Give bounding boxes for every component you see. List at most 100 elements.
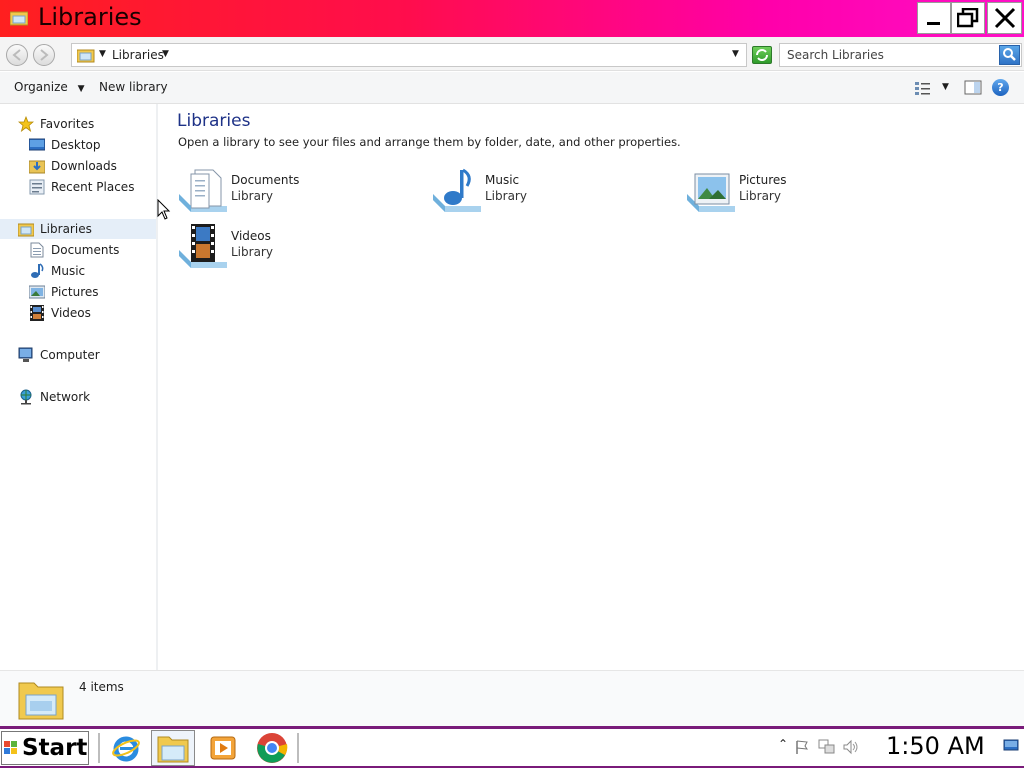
mouse-cursor-icon	[157, 199, 171, 220]
nav-computer[interactable]: Computer	[18, 345, 100, 365]
refresh-button[interactable]	[752, 46, 772, 64]
star-icon	[18, 116, 34, 132]
taskbar-clock[interactable]: 1:50 AM	[886, 732, 985, 760]
taskbar: Start ⌃ 1:50 AM	[0, 726, 1024, 768]
nav-item-label: Pictures	[51, 285, 99, 299]
show-hidden-icons-icon[interactable]: ⌃	[778, 737, 788, 751]
pictures-library-icon	[685, 166, 735, 216]
start-label: Start	[22, 735, 88, 761]
nav-item-label: Documents	[51, 243, 120, 257]
start-button[interactable]: Start	[1, 731, 89, 765]
library-name: Documents	[231, 173, 300, 187]
nav-item-downloads[interactable]: Downloads	[29, 156, 117, 176]
nav-item-label: Desktop	[51, 138, 101, 152]
nav-libraries-label: Libraries	[40, 222, 92, 236]
view-dropdown-icon[interactable]: ▼	[942, 82, 949, 92]
chrome-icon	[257, 733, 288, 763]
search-button[interactable]	[999, 45, 1020, 65]
nav-libraries[interactable]: Libraries	[0, 219, 156, 239]
back-arrow-icon	[12, 49, 21, 61]
page-title: Libraries	[177, 111, 251, 131]
nav-favorites[interactable]: Favorites	[18, 114, 94, 134]
library-music[interactable]: Music Library	[431, 166, 671, 218]
nav-computer-label: Computer	[40, 348, 100, 362]
preview-pane-button[interactable]	[964, 80, 982, 99]
taskbar-app-media-player[interactable]	[201, 730, 245, 766]
help-button[interactable]: ?	[992, 79, 1009, 96]
address-history-dropdown-icon[interactable]: ▼	[732, 49, 739, 59]
search-placeholder: Search Libraries	[787, 48, 884, 62]
nav-item-music[interactable]: Music	[29, 261, 85, 281]
taskbar-divider	[98, 733, 100, 763]
taskbar-app-internet-explorer[interactable]	[104, 730, 148, 766]
computer-icon	[18, 347, 34, 363]
close-icon	[994, 7, 1015, 29]
library-subtitle: Library	[231, 189, 273, 203]
libraries-folder-icon	[18, 677, 64, 724]
libraries-folder-icon	[18, 221, 34, 237]
documents-library-icon	[177, 166, 227, 216]
action-center-flag-icon[interactable]	[794, 739, 810, 758]
volume-icon[interactable]	[842, 739, 860, 758]
nav-item-videos[interactable]: Videos	[29, 303, 91, 323]
nav-item-label: Downloads	[51, 159, 117, 173]
restore-button[interactable]	[951, 2, 985, 34]
forward-arrow-icon	[40, 49, 49, 61]
search-input[interactable]: Search Libraries	[779, 43, 1022, 67]
library-subtitle: Library	[485, 189, 527, 203]
organize-label: Organize	[14, 80, 68, 94]
libraries-folder-icon	[9, 10, 29, 26]
nav-item-pictures[interactable]: Pictures	[29, 282, 99, 302]
library-name: Music	[485, 173, 520, 187]
nav-item-desktop[interactable]: Desktop	[29, 135, 101, 155]
window-title: Libraries	[38, 3, 142, 31]
library-pictures[interactable]: Pictures Library	[685, 166, 925, 218]
library-name: Videos	[231, 229, 271, 243]
breadcrumb-libraries[interactable]: Libraries	[112, 48, 164, 62]
title-bar[interactable]: Libraries	[0, 0, 1024, 37]
back-button[interactable]	[6, 44, 28, 66]
minimize-button[interactable]	[917, 2, 951, 34]
address-field[interactable]: ▼ Libraries ▼ ▼	[71, 43, 747, 67]
command-bar: Organize ▼ New library ▼ ?	[0, 72, 1024, 104]
breadcrumb-arrow-icon[interactable]: ▼	[99, 49, 106, 59]
change-view-button[interactable]	[914, 80, 932, 99]
library-subtitle: Library	[231, 245, 273, 259]
chevron-down-icon: ▼	[77, 84, 85, 94]
nav-network[interactable]: Network	[18, 387, 90, 407]
network-tray-icon[interactable]	[818, 739, 836, 758]
item-count: 4 items	[79, 680, 124, 694]
film-strip-icon	[29, 305, 45, 321]
taskbar-app-chrome[interactable]	[250, 730, 294, 766]
desktop-icon	[29, 137, 45, 153]
library-documents[interactable]: Documents Library	[177, 166, 417, 218]
page-description: Open a library to see your files and arr…	[178, 135, 681, 149]
nav-item-recent-places[interactable]: Recent Places	[29, 177, 134, 197]
nav-item-documents[interactable]: Documents	[29, 240, 119, 260]
library-name: Pictures	[739, 173, 787, 187]
show-desktop-icon[interactable]	[1003, 739, 1019, 756]
nav-item-label: Recent Places	[51, 180, 135, 194]
documents-icon	[29, 242, 45, 258]
address-bar: ▼ Libraries ▼ ▼ Search Libraries	[0, 37, 1024, 71]
windows-logo-icon	[4, 741, 17, 754]
music-note-icon	[29, 263, 45, 279]
taskbar-app-windows-explorer[interactable]	[151, 730, 195, 766]
recent-places-icon	[29, 179, 45, 195]
navigation-pane: Favorites Desktop Downloads Recent Place…	[0, 104, 158, 670]
forward-button[interactable]	[33, 44, 55, 66]
media-player-icon	[210, 736, 236, 760]
downloads-folder-icon	[29, 158, 45, 174]
preview-pane-icon	[964, 80, 982, 95]
library-videos[interactable]: Videos Library	[177, 222, 417, 274]
nav-favorites-label: Favorites	[40, 117, 95, 131]
breadcrumb-dropdown-icon[interactable]: ▼	[162, 49, 169, 59]
music-library-icon	[431, 166, 481, 216]
new-library-button[interactable]: New library	[99, 80, 168, 94]
pictures-icon	[29, 284, 45, 300]
close-button[interactable]	[987, 2, 1022, 34]
organize-menu[interactable]: Organize ▼	[14, 80, 85, 94]
restore-icon	[957, 8, 979, 28]
internet-explorer-icon	[112, 736, 140, 762]
windows-explorer-icon	[157, 736, 189, 763]
